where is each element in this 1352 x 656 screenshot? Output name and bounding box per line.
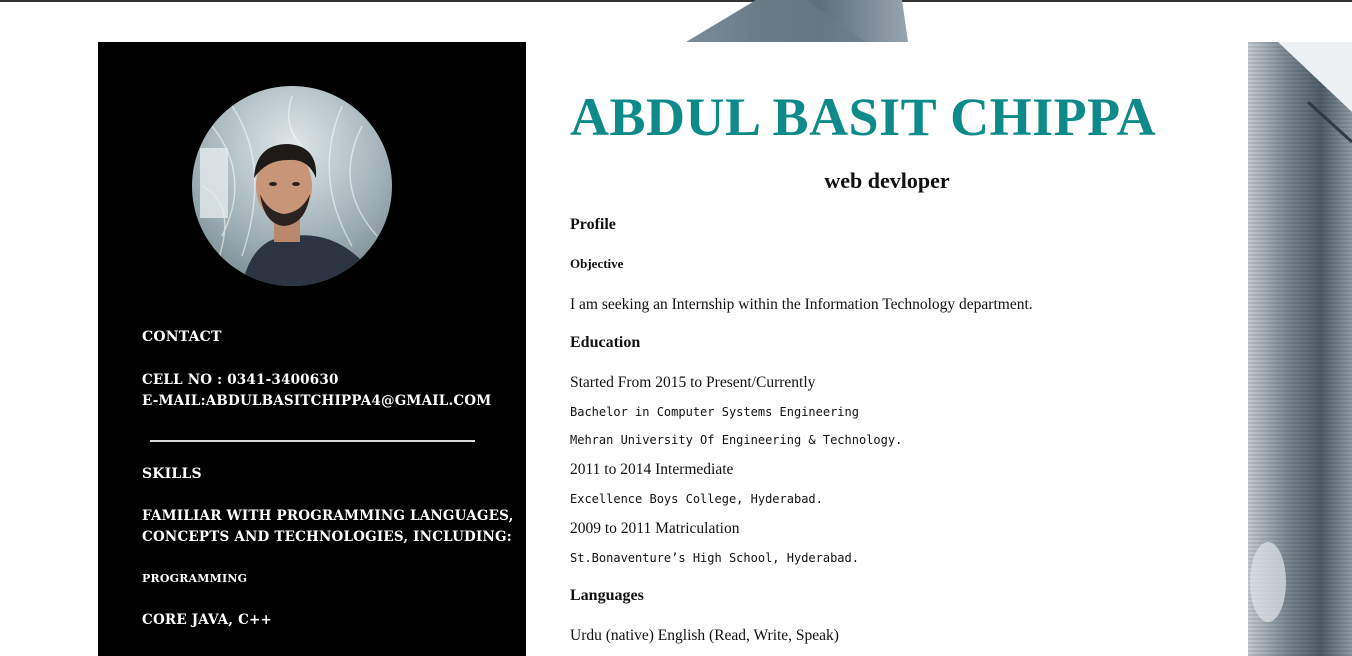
education-degree-1: Bachelor in Computer Systems Engineering bbox=[570, 405, 859, 419]
contact-heading: Contact bbox=[142, 329, 222, 345]
languages-text: Urdu (native) English (Read, Write, Spea… bbox=[570, 627, 839, 644]
sidebar: Contact Cell No : 0341-3400630 E-mail:ab… bbox=[98, 42, 526, 656]
email-address: E-mail:abdulbasitchippa4@gmail.com bbox=[142, 393, 492, 409]
education-institute-1: Mehran University Of Engineering & Techn… bbox=[570, 433, 903, 447]
cell-number: Cell No : 0341-3400630 bbox=[142, 372, 339, 388]
programming-list: Core Java, C++ bbox=[142, 612, 273, 628]
education-heading: Education bbox=[570, 334, 641, 351]
education-institute-3: St.Bonaventure’s High School, Hyderabad. bbox=[570, 551, 859, 565]
sidebar-divider bbox=[150, 440, 475, 442]
job-title: web devloper bbox=[824, 168, 950, 193]
profile-heading: Profile bbox=[570, 216, 616, 233]
education-period-1: Started From 2015 to Present/Currently bbox=[570, 374, 816, 391]
skills-intro-line2: concepts and technologies, including: bbox=[142, 529, 512, 545]
skills-heading: Skills bbox=[142, 466, 202, 482]
languages-heading: Languages bbox=[570, 587, 644, 604]
objective-heading: Objective bbox=[570, 256, 624, 271]
skills-intro-line1: Familiar with programming languages, bbox=[142, 508, 514, 524]
page-title: ABDUL BASIT CHIPPA bbox=[570, 87, 1157, 147]
profile-photo bbox=[192, 86, 392, 286]
avatar-illustration bbox=[192, 86, 392, 286]
background-tie-right bbox=[1248, 42, 1352, 656]
education-period-3: 2009 to 2011 Matriculation bbox=[570, 520, 740, 537]
programming-heading: Programming bbox=[142, 572, 248, 585]
education-period-2: 2011 to 2014 Intermediate bbox=[570, 461, 734, 478]
education-institute-2: Excellence Boys College, Hyderabad. bbox=[570, 492, 823, 506]
objective-text: I am seeking an Internship within the In… bbox=[570, 296, 1033, 313]
top-border bbox=[0, 0, 1352, 2]
resume-page: Contact Cell No : 0341-3400630 E-mail:ab… bbox=[0, 0, 1352, 656]
background-tie-top bbox=[686, 0, 908, 42]
